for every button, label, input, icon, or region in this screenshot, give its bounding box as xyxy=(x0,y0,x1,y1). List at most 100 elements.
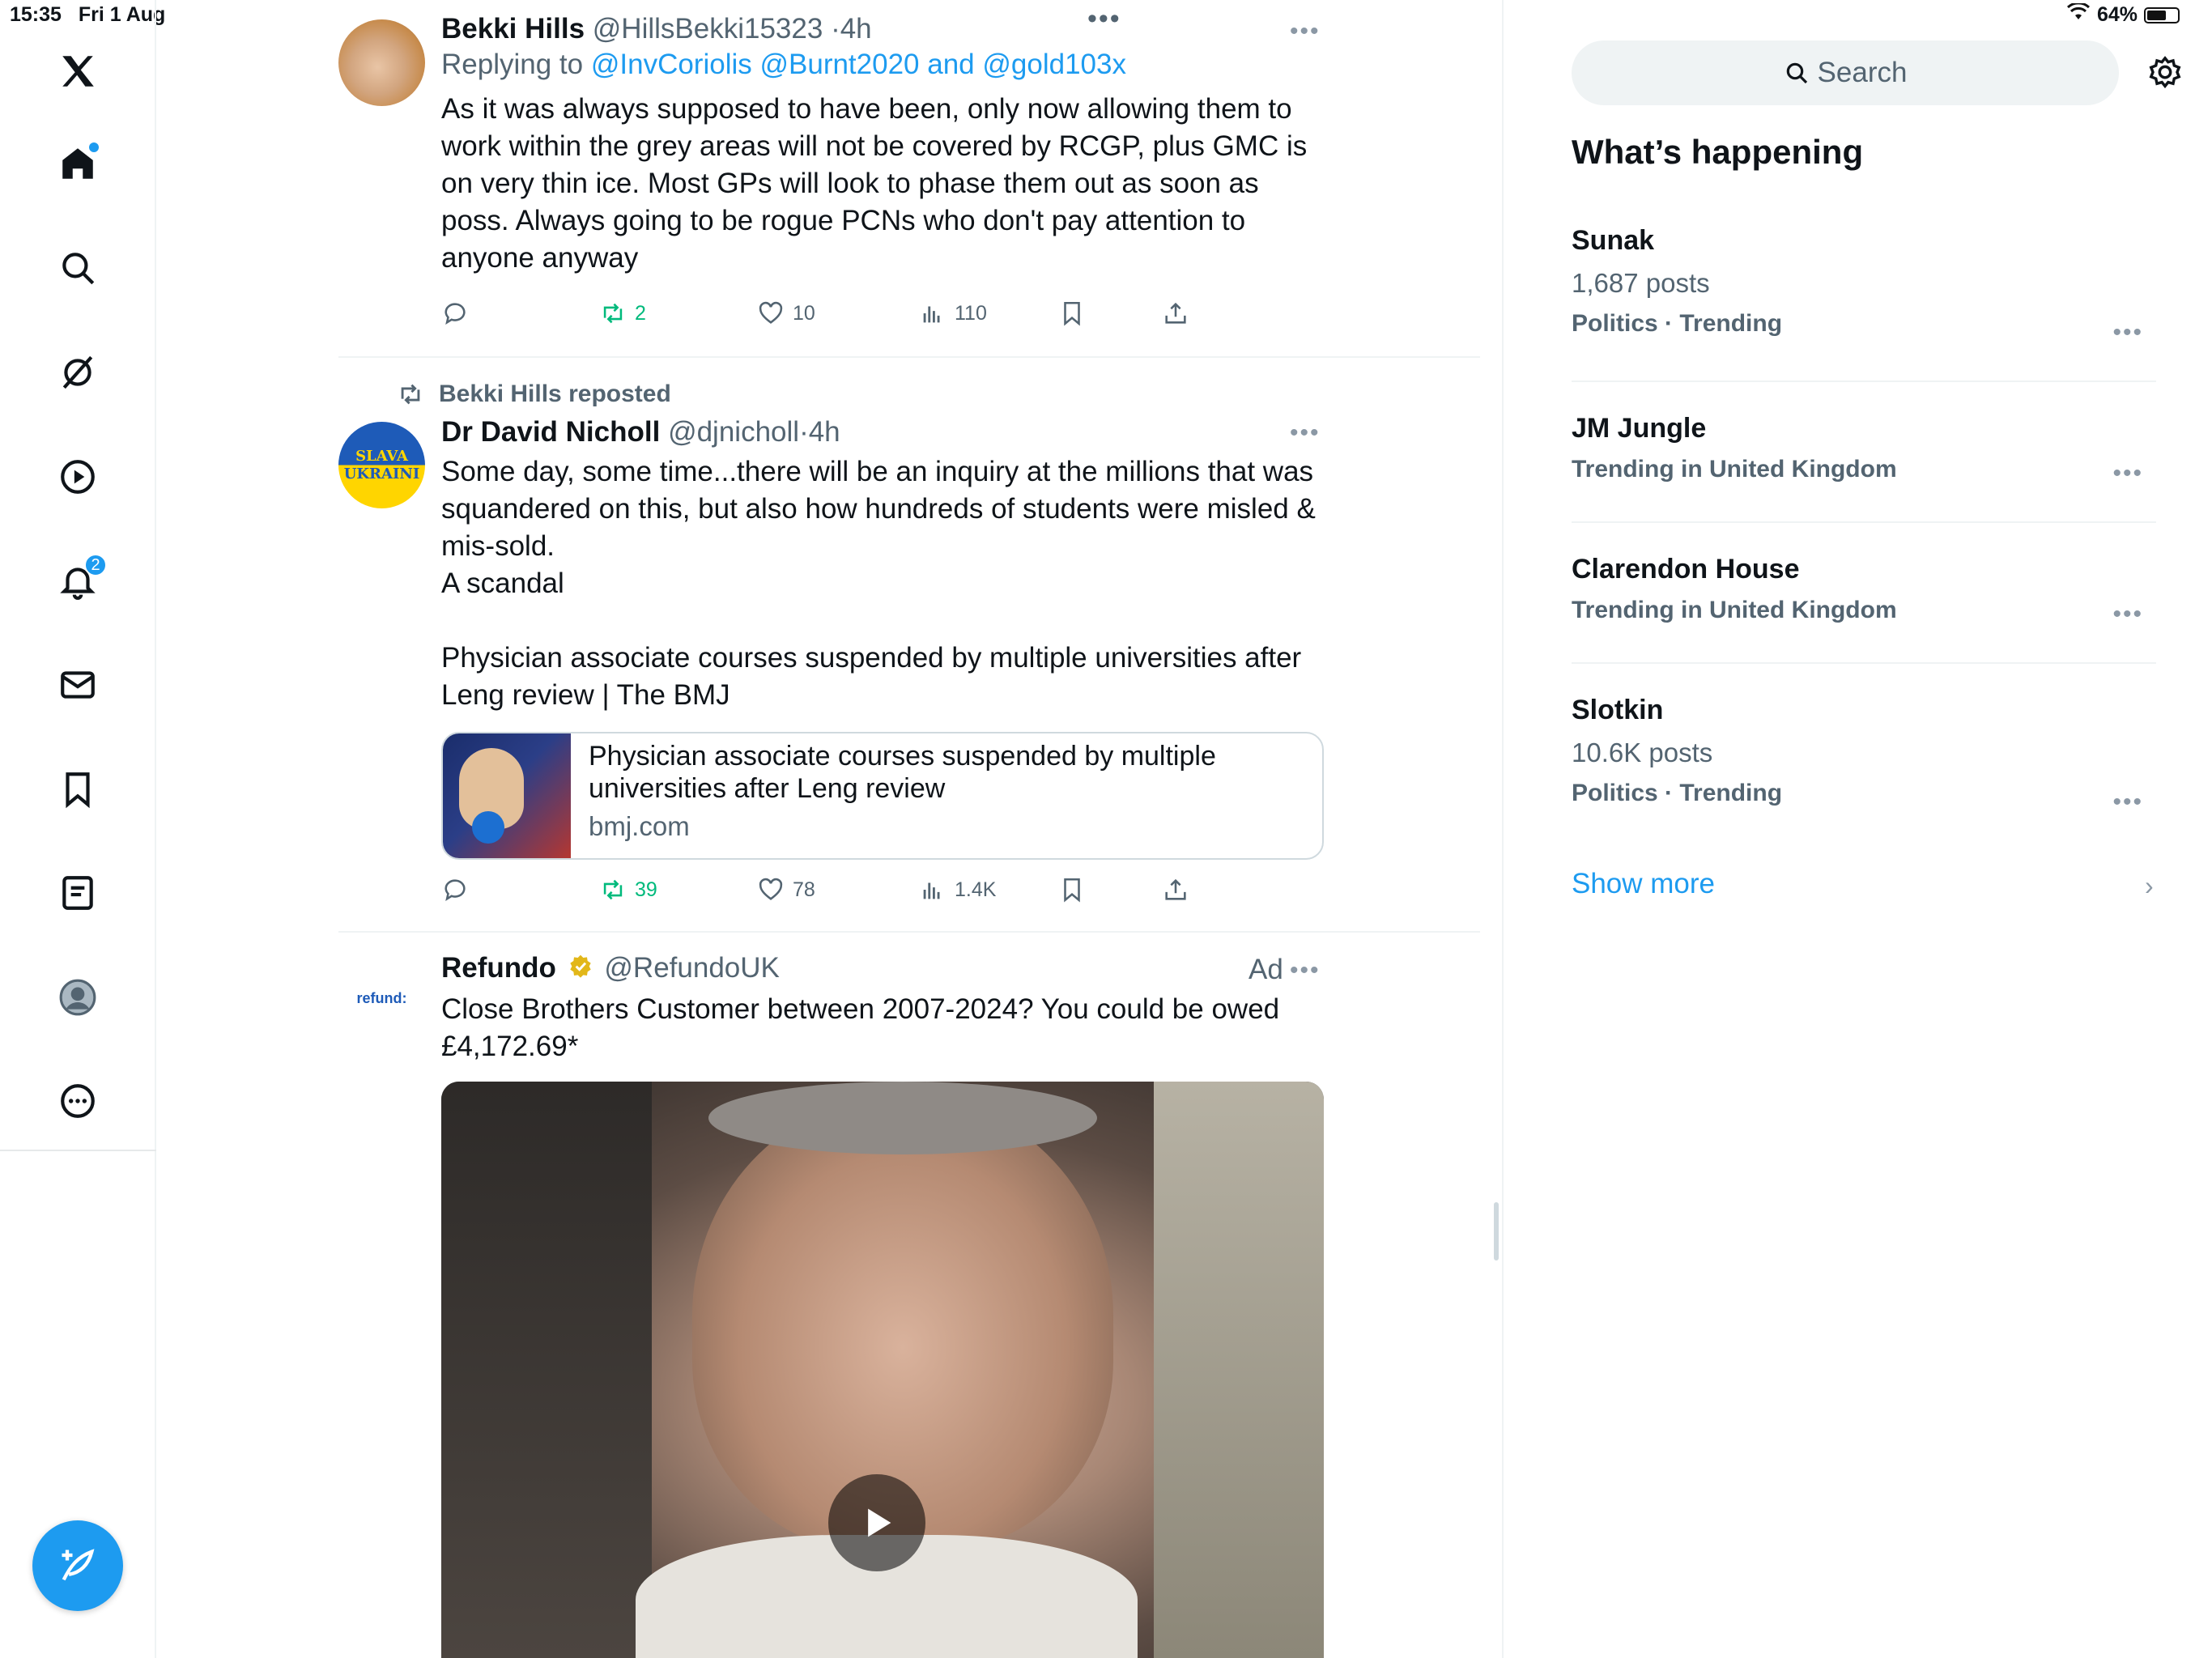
replying-prefix: Replying to xyxy=(441,49,584,80)
views-button[interactable]: 1.4K xyxy=(919,876,996,903)
views-button[interactable]: 110 xyxy=(919,300,987,327)
tweet-time[interactable]: 4h xyxy=(840,13,872,45)
bookmark-button[interactable] xyxy=(1058,876,1086,903)
author-handle[interactable]: @HillsBekki15323 xyxy=(593,13,823,45)
lists-icon[interactable] xyxy=(52,867,104,919)
refundo-logo: refund: xyxy=(356,990,407,1006)
play-icon xyxy=(868,1508,891,1537)
tweet-header: Bekki Hills @HillsBekki15323 ·4h xyxy=(441,13,1324,45)
heart-icon xyxy=(759,878,783,900)
trend-more-icon[interactable]: ••• xyxy=(2112,601,2143,628)
trend-context: Politics · Trending xyxy=(1572,780,1783,806)
retweet-icon xyxy=(603,303,623,324)
tweet-more-icon[interactable]: ••• xyxy=(1290,18,1321,45)
tweet-header: Refundo @RefundoUK xyxy=(441,952,1324,986)
x-logo-icon[interactable] xyxy=(52,45,104,97)
share-icon xyxy=(1165,302,1186,324)
avatar-text-slava: SLAVA xyxy=(355,447,408,465)
dot-separator: · xyxy=(799,416,809,448)
trend-posts: 1,687 posts xyxy=(1572,268,1710,298)
avatar[interactable] xyxy=(338,19,425,106)
reply-button[interactable] xyxy=(441,876,469,903)
author-name[interactable]: Refundo xyxy=(441,952,556,984)
video-car-pillar xyxy=(441,1082,652,1658)
share-icon xyxy=(1165,878,1186,900)
trend-divider xyxy=(1572,662,2156,664)
home-unread-dot xyxy=(89,142,99,152)
play-button[interactable] xyxy=(828,1474,925,1571)
bookmark-button[interactable] xyxy=(1058,300,1086,327)
bookmark-icon xyxy=(1064,878,1080,903)
trend-item[interactable]: Clarendon House Trending in United Kingd… xyxy=(1572,554,2156,627)
microphone-shape xyxy=(472,811,504,844)
bookmarks-icon[interactable] xyxy=(52,763,104,815)
retweet-button[interactable]: 39 xyxy=(599,876,657,903)
replying-to: Replying to @InvCoriolis @Burnt2020 and … xyxy=(441,49,1324,81)
search-placeholder: Search xyxy=(1817,57,1908,88)
trend-more-icon[interactable]: ••• xyxy=(2112,319,2143,346)
tweet-actions: 2 10 110 xyxy=(441,300,1324,335)
compose-post-button[interactable] xyxy=(32,1520,123,1611)
column-resize-handle[interactable] xyxy=(1494,1202,1499,1261)
retweet-small-icon xyxy=(401,384,420,405)
notifications-badge: 2 xyxy=(84,554,107,576)
search-icon[interactable] xyxy=(52,242,104,294)
trend-name: Sunak xyxy=(1572,225,1655,256)
right-sidebar: Search What’s happening Sunak 1,687 post… xyxy=(1505,0,2212,1658)
author-name[interactable]: Bekki Hills xyxy=(441,13,585,45)
share-button[interactable] xyxy=(1162,876,1189,903)
ad-label: Ad xyxy=(1249,954,1283,985)
ad-video[interactable] xyxy=(441,1082,1324,1658)
search-icon xyxy=(1786,62,1807,84)
trend-more-icon[interactable]: ••• xyxy=(2112,789,2143,816)
more-options-icon[interactable] xyxy=(52,1075,104,1127)
like-button[interactable]: 78 xyxy=(757,876,815,903)
repost-indicator[interactable]: Bekki Hills reposted xyxy=(397,380,671,408)
tweet-body: Bekki Hills @HillsBekki15323 ·4h Replyin… xyxy=(441,13,1324,277)
trend-item[interactable]: JM Jungle Trending in United Kingdom ••• xyxy=(1572,413,2156,487)
like-button[interactable]: 10 xyxy=(757,300,815,327)
link-card-image xyxy=(443,733,571,858)
views-count: 110 xyxy=(955,301,987,325)
settings-gear-icon[interactable] xyxy=(2146,55,2184,92)
replying-to-links[interactable]: @InvCoriolis @Burnt2020 and @gold103x xyxy=(591,49,1126,80)
like-count: 78 xyxy=(793,878,815,901)
home-icon[interactable] xyxy=(52,138,104,189)
grok-icon[interactable] xyxy=(52,346,104,398)
retweet-button[interactable]: 2 xyxy=(599,300,646,327)
tweet-time[interactable]: 4h xyxy=(809,416,840,448)
like-count: 10 xyxy=(793,301,815,325)
show-more-link[interactable]: Show more xyxy=(1572,868,1715,900)
bookmark-icon xyxy=(1064,301,1080,326)
reply-button[interactable] xyxy=(441,300,469,327)
trend-posts: 10.6K posts xyxy=(1572,738,1713,767)
tweet-divider xyxy=(338,931,1480,933)
video-hair xyxy=(708,1082,1097,1154)
share-button[interactable] xyxy=(1162,300,1189,327)
profile-avatar-icon[interactable] xyxy=(52,971,104,1023)
link-card[interactable]: Physician associate courses suspended by… xyxy=(441,732,1324,860)
trend-item[interactable]: Slotkin 10.6K posts Politics · Trending … xyxy=(1572,695,2156,815)
notifications-bell-icon[interactable]: 2 xyxy=(52,554,107,607)
trend-item[interactable]: Sunak 1,687 posts Politics · Trending ••… xyxy=(1572,225,2156,346)
trend-context: Politics · Trending xyxy=(1572,310,1783,337)
link-card-title: Physician associate courses suspended by… xyxy=(589,741,1216,804)
search-input[interactable]: Search xyxy=(1572,40,2119,105)
messages-envelope-icon[interactable] xyxy=(52,659,104,711)
avatar[interactable]: SLAVA UKRAINI xyxy=(338,422,425,508)
link-card-text: Physician associate courses suspended by… xyxy=(589,740,1301,842)
author-handle[interactable]: @djnicholl xyxy=(668,416,799,448)
link-card-domain: bmj.com xyxy=(589,811,690,841)
tweet-header: Dr David Nicholl @djnicholl·4h xyxy=(441,416,1324,449)
video-play-icon[interactable] xyxy=(52,451,104,503)
avatar[interactable]: refund: xyxy=(338,955,425,1042)
tweet-more-icon[interactable]: ••• xyxy=(1290,419,1321,447)
trend-name: Clarendon House xyxy=(1572,554,1800,585)
author-handle[interactable]: @RefundoUK xyxy=(604,952,779,984)
trend-more-icon[interactable]: ••• xyxy=(2112,460,2143,487)
trend-name: JM Jungle xyxy=(1572,413,1707,444)
tweet-text: Close Brothers Customer between 2007-202… xyxy=(441,993,1287,1063)
reply-icon xyxy=(445,303,466,325)
author-name[interactable]: Dr David Nicholl xyxy=(441,416,660,448)
tweet-more-icon[interactable]: ••• xyxy=(1290,957,1321,984)
